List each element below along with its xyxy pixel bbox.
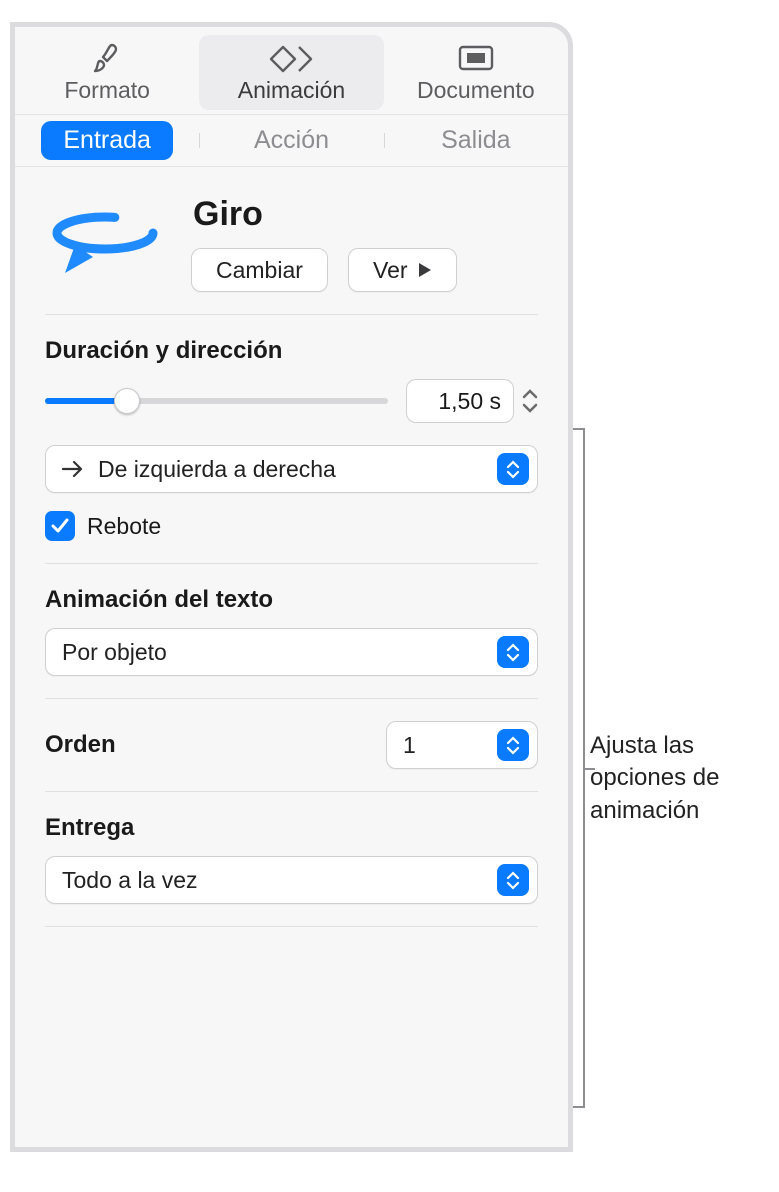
text-anim-heading: Animación del texto [45,586,538,614]
duration-value: 1,50 s [438,388,501,415]
document-icon [456,41,496,75]
tab-salida[interactable]: Salida [384,126,568,155]
delivery-popup[interactable]: Todo a la vez [45,856,538,904]
duration-heading: Duración y dirección [45,337,538,365]
inspector-top-tabs: Formato Animación Documento [15,27,568,115]
tab-animation-label: Animación [238,77,345,103]
animation-icon [269,41,313,75]
tab-format[interactable]: Formato [15,35,199,110]
popup-chevrons-icon [497,864,529,896]
tab-salida-label: Salida [441,126,511,154]
divider [45,314,538,315]
chevron-up-icon [522,388,538,400]
change-effect-button[interactable]: Cambiar [191,248,328,292]
divider [45,698,538,699]
divider [45,563,538,564]
callout-text: Ajusta las opciones de animación [590,730,770,827]
delivery-heading: Entrega [45,814,538,842]
order-heading: Orden [45,731,116,759]
check-icon [51,518,69,534]
tab-entrada[interactable]: Entrada [15,121,199,160]
bounce-checkbox[interactable] [45,511,75,541]
change-effect-label: Cambiar [216,257,303,284]
inspector-panel: Formato Animación Documento Entrada Acci… [10,22,573,1152]
direction-popup[interactable]: De izquierda a derecha [45,445,538,493]
tab-accion-label: Acción [254,126,329,154]
tab-format-label: Formato [64,77,150,103]
tab-animation[interactable]: Animación [199,35,383,110]
divider [45,926,538,927]
effect-name: Giro [193,195,538,234]
tab-entrada-label: Entrada [41,121,173,160]
order-popup[interactable]: 1 [386,721,538,769]
direction-value: De izquierda a derecha [98,456,497,483]
brush-icon [90,41,124,75]
chevron-down-icon [522,402,538,414]
delivery-value: Todo a la vez [62,867,497,894]
text-anim-value: Por objeto [62,639,497,666]
order-value: 1 [403,732,497,759]
bounce-label: Rebote [87,513,161,540]
arrow-right-icon [62,460,84,478]
popup-chevrons-icon [497,453,529,485]
play-icon [418,262,432,278]
tab-accion[interactable]: Acción [199,126,383,155]
preview-button[interactable]: Ver [348,248,457,292]
spin-effect-icon [45,195,165,285]
tab-document-label: Documento [417,77,535,103]
text-anim-popup[interactable]: Por objeto [45,628,538,676]
tab-document[interactable]: Documento [384,35,568,110]
duration-stepper[interactable] [522,388,538,414]
divider [45,791,538,792]
duration-slider[interactable] [45,387,388,415]
popup-chevrons-icon [497,729,529,761]
animation-subtabs: Entrada Acción Salida [15,115,568,167]
popup-chevrons-icon [497,636,529,668]
duration-field[interactable]: 1,50 s [406,379,514,423]
preview-label: Ver [373,257,408,284]
